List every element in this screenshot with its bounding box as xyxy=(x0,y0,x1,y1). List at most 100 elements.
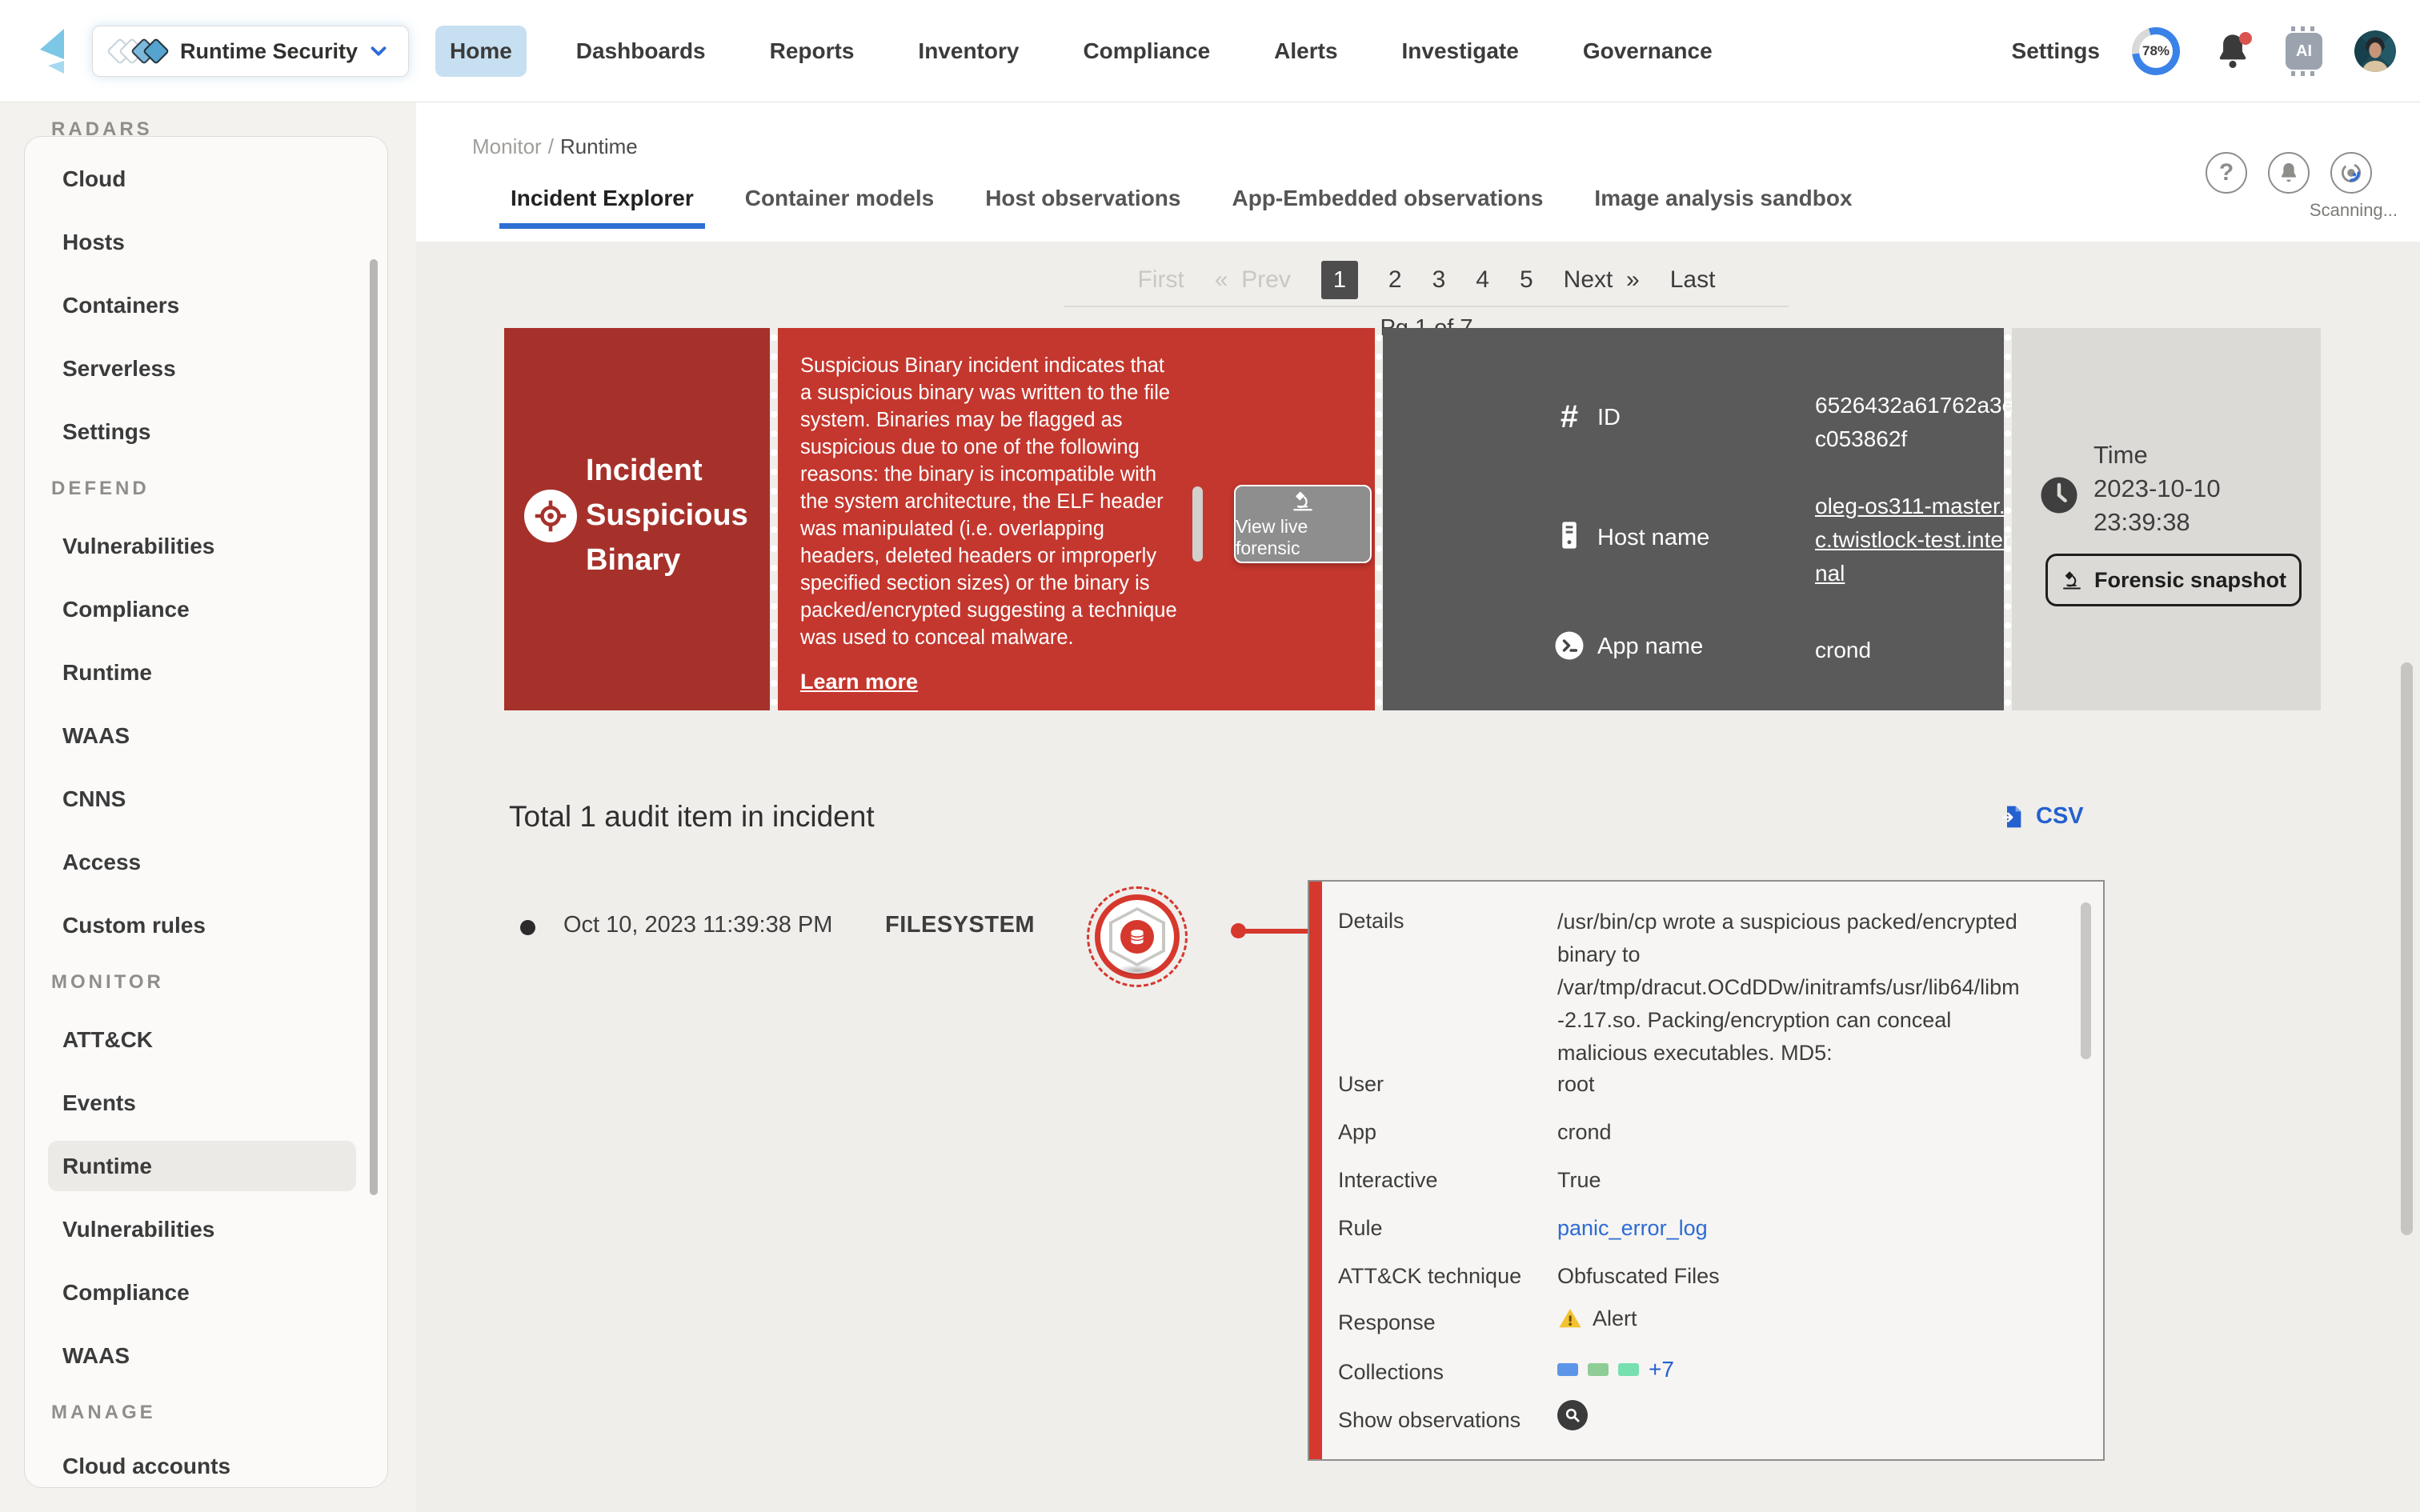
settings-link[interactable]: Settings xyxy=(2012,38,2100,64)
sidebar-item-defend-vulnerabilities[interactable]: Vulnerabilities xyxy=(24,514,377,578)
time-date: 2023-10-10 xyxy=(2093,472,2221,506)
sidebar-item-defend-custom-rules[interactable]: Custom rules xyxy=(24,894,377,957)
sidebar-item-settings[interactable]: Settings xyxy=(24,400,377,463)
pagination-next[interactable]: Next » xyxy=(1564,266,1640,294)
tab-image-analysis-sandbox[interactable]: Image analysis sandbox xyxy=(1594,186,1852,229)
view-live-forensic-button[interactable]: View live forensic xyxy=(1234,485,1372,563)
time-clock: 23:39:38 xyxy=(2093,506,2221,539)
nav-inventory[interactable]: Inventory xyxy=(903,26,1033,77)
nav-compliance[interactable]: Compliance xyxy=(1068,26,1224,77)
nav-investigate[interactable]: Investigate xyxy=(1388,26,1533,77)
details-scrollbar[interactable] xyxy=(2081,902,2091,1059)
sidebar-item-monitor-runtime[interactable]: Runtime xyxy=(24,1134,377,1198)
attack-technique-value: Obfuscated Files xyxy=(1557,1264,1720,1289)
collection-chip[interactable] xyxy=(1557,1363,1578,1376)
sidebar-heading-radars: RADARS xyxy=(24,122,377,147)
tab-container-models[interactable]: Container models xyxy=(745,186,934,229)
app-name-label: App name xyxy=(1597,634,1703,660)
description-scrollbar[interactable] xyxy=(1192,486,1203,562)
sidebar-item-monitor-events[interactable]: Events xyxy=(24,1071,377,1134)
nav-dashboards[interactable]: Dashboards xyxy=(562,26,720,77)
app-label: App xyxy=(1338,1120,1376,1145)
tab-bar: Incident Explorer Container models Host … xyxy=(511,186,1853,229)
sidebar-item-monitor-waas[interactable]: WAAS xyxy=(24,1324,377,1387)
pagination-first[interactable]: First xyxy=(1138,266,1184,294)
rule-link[interactable]: panic_error_log xyxy=(1557,1216,1708,1241)
show-observations-label: Show observations xyxy=(1338,1408,1521,1433)
collections-more-link[interactable]: +7 xyxy=(1649,1357,1674,1382)
sidebar-heading-manage: MANAGE xyxy=(24,1387,377,1438)
tab-host-observations[interactable]: Host observations xyxy=(985,186,1180,229)
notification-badge xyxy=(2239,32,2252,45)
page-scrollbar[interactable] xyxy=(2401,662,2413,1235)
audit-timestamp: Oct 10, 2023 11:39:38 PM xyxy=(563,912,832,938)
nav-alerts[interactable]: Alerts xyxy=(1260,26,1352,77)
user-label: User xyxy=(1338,1072,1384,1097)
pagination-page-2[interactable]: 2 xyxy=(1388,266,1402,294)
attack-technique-label: ATT&CK technique xyxy=(1338,1264,1521,1289)
pagination-page-4[interactable]: 4 xyxy=(1476,266,1489,294)
pagination-last[interactable]: Last xyxy=(1670,266,1716,294)
chevron-down-icon xyxy=(367,39,391,63)
scanning-status-button[interactable] xyxy=(2330,152,2372,194)
sidebar-item-cloud[interactable]: Cloud xyxy=(24,147,377,210)
help-button[interactable]: ? xyxy=(2206,152,2247,194)
sidebar-item-monitor-compliance[interactable]: Compliance xyxy=(24,1261,377,1324)
time-label: Time xyxy=(2093,438,2221,472)
product-diamonds-icon xyxy=(110,42,166,61)
sidebar-item-defend-cnns[interactable]: CNNS xyxy=(24,767,377,830)
sidebar-item-hosts[interactable]: Hosts xyxy=(24,210,377,274)
main-nav: Home Dashboards Reports Inventory Compli… xyxy=(435,0,1727,102)
sidebar-item-containers[interactable]: Containers xyxy=(24,274,377,337)
pagination-prev[interactable]: « Prev xyxy=(1215,266,1291,294)
ai-assistant-icon[interactable]: AI xyxy=(2286,33,2322,70)
details-value: /usr/bin/cp wrote a suspicious packed/en… xyxy=(1557,906,2021,1070)
sidebar-scrollbar[interactable] xyxy=(370,259,378,1195)
collection-chip[interactable] xyxy=(1588,1363,1609,1376)
incident-time-section: Time 2023-10-10 23:39:38 Forensic snapsh… xyxy=(2012,328,2321,710)
interactive-value: True xyxy=(1557,1168,1601,1193)
interactive-label: Interactive xyxy=(1338,1168,1438,1193)
incident-meta-section: # ID 6526432a61762a3ec053862f Host name … xyxy=(1383,328,2004,710)
breadcrumb-parent[interactable]: Monitor xyxy=(472,134,542,158)
nav-governance[interactable]: Governance xyxy=(1569,26,1727,77)
tab-app-embedded-observations[interactable]: App-Embedded observations xyxy=(1232,186,1543,229)
sidebar-item-defend-access[interactable]: Access xyxy=(24,830,377,894)
incident-time: Time 2023-10-10 23:39:38 xyxy=(2093,438,2221,539)
sidebar-item-serverless[interactable]: Serverless xyxy=(24,337,377,400)
pagination-page-1[interactable]: 1 xyxy=(1321,261,1358,299)
pagination-page-5[interactable]: 5 xyxy=(1520,266,1533,294)
pagination-page-3[interactable]: 3 xyxy=(1432,266,1446,294)
nav-reports[interactable]: Reports xyxy=(755,26,869,77)
sidebar: RADARS Cloud Hosts Containers Serverless… xyxy=(24,122,388,1491)
response-value: Alert xyxy=(1557,1306,1637,1331)
brand-logo-icon xyxy=(37,27,69,75)
pagination-divider xyxy=(1064,306,1789,307)
card-red-accent xyxy=(1309,882,1322,1459)
filesystem-event-badge[interactable] xyxy=(1087,886,1188,987)
dotted-divider xyxy=(770,328,778,710)
usage-progress-ring[interactable]: 78% xyxy=(2126,21,2186,82)
sidebar-item-monitor-vulnerabilities[interactable]: Vulnerabilities xyxy=(24,1198,377,1261)
host-name-link[interactable]: oleg-os311-master.c.twistlock-test.inter… xyxy=(1815,490,2015,590)
nav-home[interactable]: Home xyxy=(435,26,527,77)
sidebar-item-cloud-accounts[interactable]: Cloud accounts xyxy=(24,1438,377,1491)
notifications-bell-icon[interactable] xyxy=(2212,30,2254,72)
product-switcher[interactable]: Runtime Security xyxy=(92,26,409,77)
id-value: 6526432a61762a3ec053862f xyxy=(1815,389,2015,456)
sidebar-item-defend-runtime[interactable]: Runtime xyxy=(24,641,377,704)
forensic-snapshot-button[interactable]: Forensic snapshot xyxy=(2045,554,2302,606)
collection-chip[interactable] xyxy=(1618,1363,1639,1376)
user-avatar[interactable] xyxy=(2354,30,2396,72)
sidebar-item-defend-compliance[interactable]: Compliance xyxy=(24,578,377,641)
magnifier-icon xyxy=(1562,1405,1583,1426)
csv-export-link[interactable]: CSV xyxy=(2001,803,2084,830)
timeline-bullet xyxy=(520,920,535,935)
microscope-icon xyxy=(1291,489,1315,513)
show-observations-button[interactable] xyxy=(1557,1400,1588,1430)
sidebar-item-defend-waas[interactable]: WAAS xyxy=(24,704,377,767)
tab-incident-explorer[interactable]: Incident Explorer xyxy=(511,186,694,229)
learn-more-link[interactable]: Learn more xyxy=(800,670,918,694)
sidebar-item-monitor-attack[interactable]: ATT&CK xyxy=(24,1008,377,1071)
alerts-bell-button[interactable] xyxy=(2268,152,2310,194)
